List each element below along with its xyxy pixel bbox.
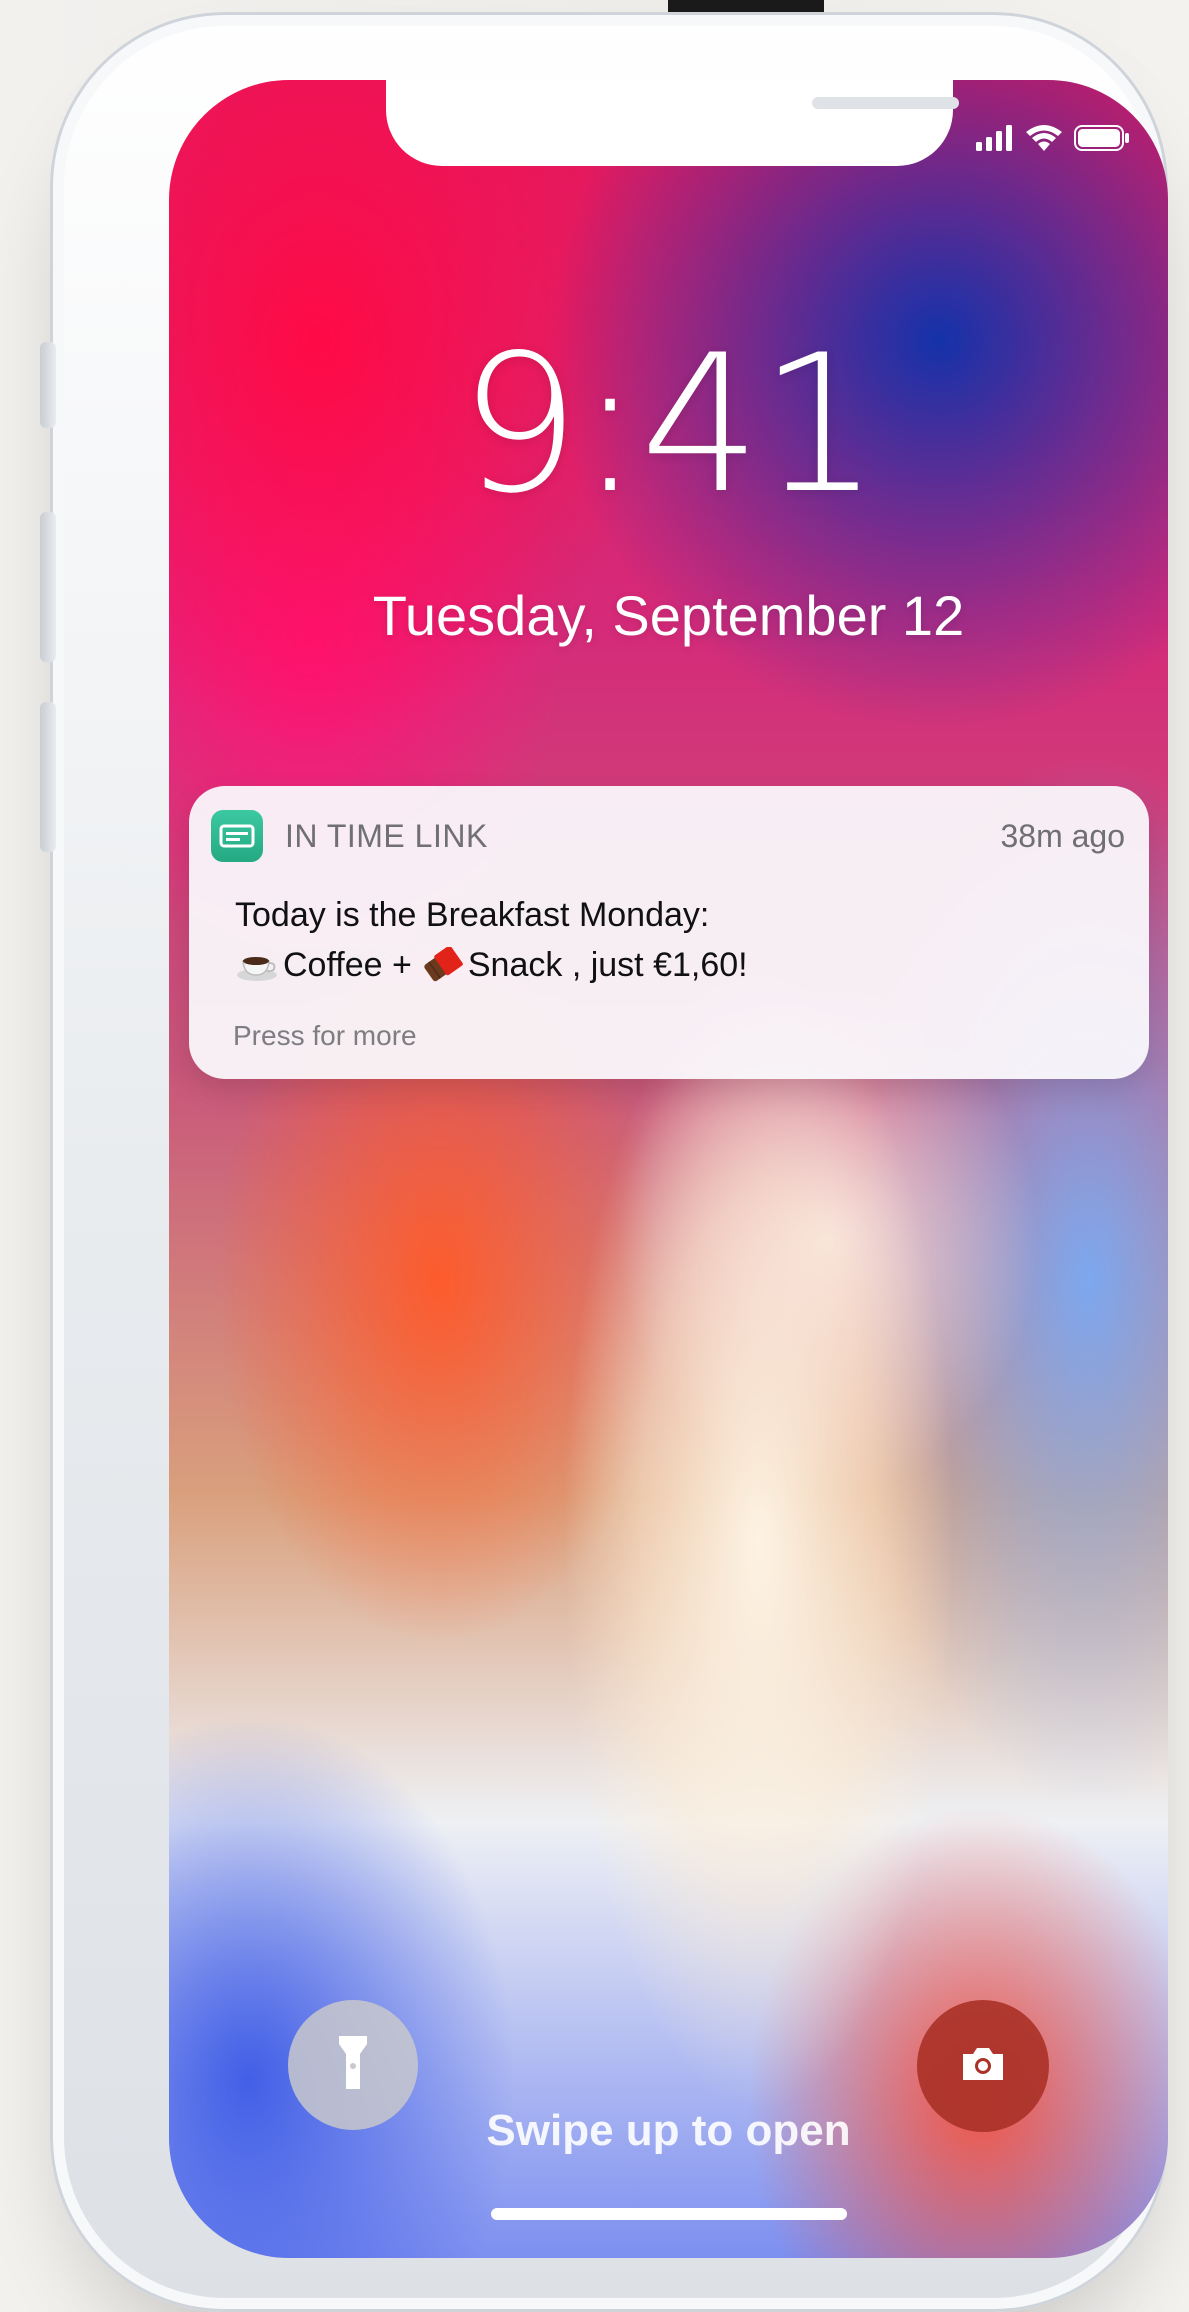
notification-coffee-text: Coffee + bbox=[283, 946, 412, 984]
notification-header: IN TIME LINK 38m ago bbox=[211, 810, 1125, 862]
notification-line-2: Coffee + Snack , just €1,60! bbox=[235, 940, 1119, 990]
notification-line-1: Today is the Breakfast Monday: bbox=[235, 896, 710, 934]
app-icon bbox=[211, 810, 263, 862]
camera-icon bbox=[959, 2046, 1007, 2087]
flashlight-icon bbox=[336, 2034, 370, 2097]
home-indicator[interactable] bbox=[491, 2208, 847, 2220]
swipe-up-label: Swipe up to open bbox=[486, 2106, 851, 2155]
speaker-grille bbox=[812, 97, 959, 109]
lock-date: Tuesday, September 12 bbox=[372, 584, 965, 647]
mute-switch bbox=[40, 342, 56, 428]
notch bbox=[386, 80, 959, 166]
notification-snack-text: Snack , just €1,60! bbox=[467, 946, 748, 984]
phone-frame: 9:41 Tuesday, September 12 IN TIME LINK … bbox=[40, 12, 1168, 2312]
notification-card[interactable]: IN TIME LINK 38m ago Today is the Breakf… bbox=[189, 786, 1149, 1079]
chocolate-icon bbox=[420, 945, 464, 983]
status-bar bbox=[976, 124, 1130, 152]
lock-time: 9:41 bbox=[459, 314, 880, 535]
mockup-stage: 9:41 Tuesday, September 12 IN TIME LINK … bbox=[0, 0, 1189, 2312]
cellular-signal-icon bbox=[976, 125, 1014, 151]
battery-icon bbox=[1074, 125, 1130, 151]
notification-press-more: Press for more bbox=[233, 1020, 417, 1051]
notification-timestamp: 38m ago bbox=[1000, 817, 1125, 854]
notification-body: Today is the Breakfast Monday: Coffee + bbox=[235, 890, 1119, 990]
notification-app-name: IN TIME LINK bbox=[285, 817, 488, 854]
coffee-icon bbox=[235, 947, 279, 983]
wifi-icon bbox=[1026, 124, 1062, 152]
volume-down-button[interactable] bbox=[40, 702, 56, 852]
lock-screen: 9:41 Tuesday, September 12 IN TIME LINK … bbox=[169, 80, 1168, 2258]
volume-up-button[interactable] bbox=[40, 512, 56, 662]
